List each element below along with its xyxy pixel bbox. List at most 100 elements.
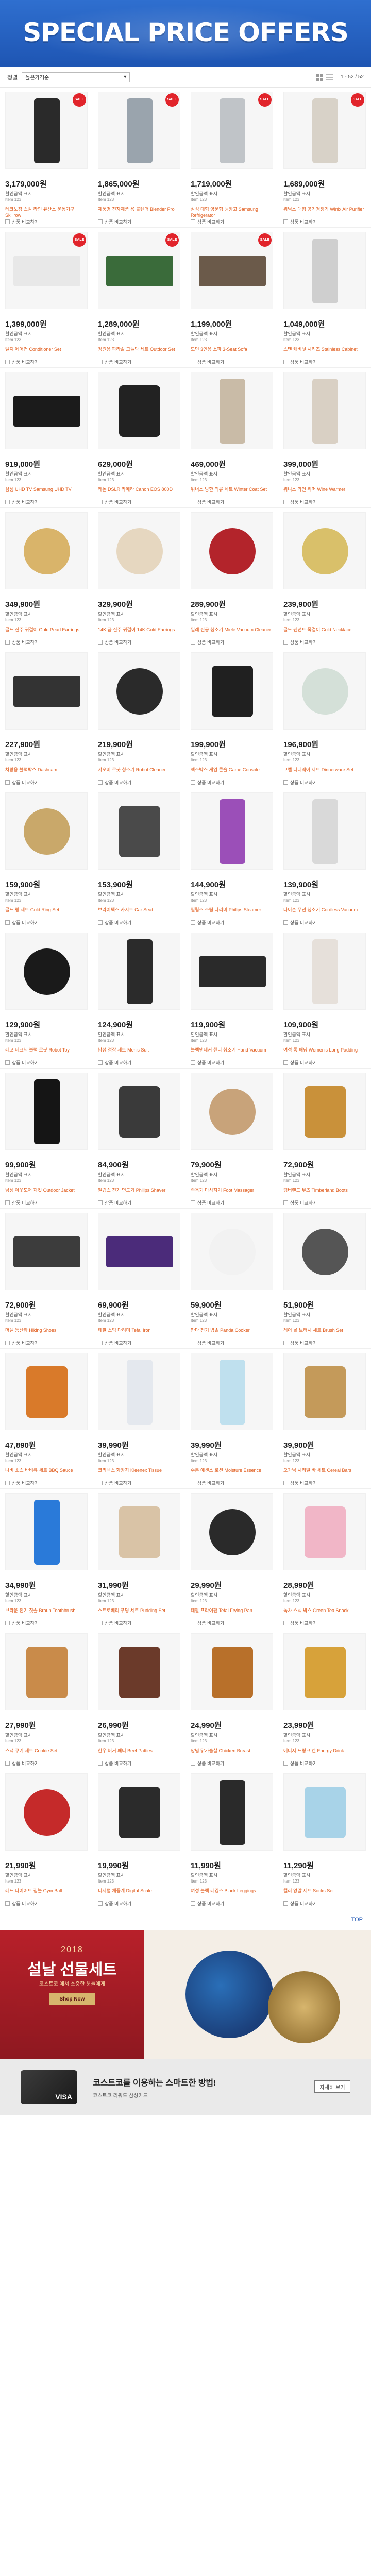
checkbox-icon[interactable]: [98, 1901, 103, 1906]
checkbox-icon[interactable]: [283, 1200, 288, 1205]
checkbox-icon[interactable]: [191, 640, 195, 645]
compare-checkbox[interactable]: 상품 비교하기: [283, 639, 317, 646]
product-card[interactable]: 26,990원 할인금액 표시 Item 123 한우 버거 패티 Beef Patt…: [93, 1629, 185, 1769]
compare-checkbox[interactable]: 상품 비교하기: [283, 1480, 317, 1486]
card-more-button[interactable]: 자세히 보기: [314, 2080, 350, 2093]
compare-checkbox[interactable]: 상품 비교하기: [98, 1760, 131, 1767]
checkbox-icon[interactable]: [283, 360, 288, 364]
checkbox-icon[interactable]: [98, 500, 103, 504]
product-card[interactable]: 47,890원 할인금액 표시 Item 123 나비 소스 바비큐 세트 BBQ S…: [0, 1349, 93, 1489]
checkbox-icon[interactable]: [5, 640, 10, 645]
compare-checkbox[interactable]: 상품 비교하기: [98, 1620, 131, 1626]
product-card[interactable]: 34,990원 할인금액 표시 Item 123 브라운 전기 칫솔 Braun To…: [0, 1489, 93, 1629]
product-card[interactable]: 159,900원 할인금액 표시 Item 123 골드 링 세트 Gold Ring…: [0, 788, 93, 928]
product-image[interactable]: [283, 933, 366, 1010]
checkbox-icon[interactable]: [283, 1060, 288, 1065]
product-card[interactable]: 399,000원 할인금액 표시 Item 123 위니스 와인 워머 Wine Wa…: [278, 368, 371, 508]
product-card[interactable]: 11,290원 할인금액 표시 Item 123 컬러 양말 세트 Socks Set…: [278, 1769, 371, 1909]
checkbox-icon[interactable]: [283, 1901, 288, 1906]
checkbox-icon[interactable]: [5, 219, 10, 224]
compare-checkbox[interactable]: 상품 비교하기: [191, 1620, 224, 1626]
product-image[interactable]: [283, 372, 366, 449]
compare-checkbox[interactable]: 상품 비교하기: [283, 499, 317, 505]
product-card[interactable]: 39,990원 할인금액 표시 Item 123 크리넥스 화장지 Kleenex T…: [93, 1349, 185, 1489]
product-card[interactable]: 21,990원 할인금액 표시 Item 123 레드 다이어트 짐볼 Gym Bal…: [0, 1769, 93, 1909]
product-card[interactable]: 144,900원 할인금액 표시 Item 123 필립스 스팀 다리미 Philip…: [185, 788, 278, 928]
compare-checkbox[interactable]: 상품 비교하기: [191, 218, 224, 225]
checkbox-icon[interactable]: [283, 780, 288, 785]
product-image[interactable]: SALE: [191, 232, 273, 309]
compare-checkbox[interactable]: 상품 비교하기: [98, 779, 131, 786]
product-image[interactable]: [5, 792, 88, 870]
checkbox-icon[interactable]: [283, 1761, 288, 1766]
checkbox-icon[interactable]: [283, 219, 288, 224]
product-card[interactable]: 227,900원 할인금액 표시 Item 123 차량용 블랙박스 Dashcam 상…: [0, 648, 93, 788]
checkbox-icon[interactable]: [5, 1341, 10, 1345]
product-card[interactable]: 124,900원 할인금액 표시 Item 123 남성 정장 세트 Men's Su…: [93, 928, 185, 1069]
checkbox-icon[interactable]: [5, 360, 10, 364]
compare-checkbox[interactable]: 상품 비교하기: [98, 499, 131, 505]
compare-checkbox[interactable]: 상품 비교하기: [5, 1620, 39, 1626]
product-image[interactable]: SALE: [5, 92, 88, 169]
compare-checkbox[interactable]: 상품 비교하기: [283, 359, 317, 365]
product-image[interactable]: [191, 1073, 273, 1150]
product-card[interactable]: 99,900원 할인금액 표시 Item 123 남성 아웃도어 재킷 Outdoor…: [0, 1069, 93, 1209]
checkbox-icon[interactable]: [5, 920, 10, 925]
checkbox-icon[interactable]: [5, 1200, 10, 1205]
compare-checkbox[interactable]: 상품 비교하기: [5, 1760, 39, 1767]
checkbox-icon[interactable]: [98, 1621, 103, 1625]
checkbox-icon[interactable]: [191, 500, 195, 504]
product-card[interactable]: 199,900원 할인금액 표시 Item 123 엑스박스 게임 콘솔 Game C…: [185, 648, 278, 788]
product-card[interactable]: 919,000원 할인금액 표시 Item 123 삼성 UHD TV Samsung…: [0, 368, 93, 508]
product-card[interactable]: 72,900원 할인금액 표시 Item 123 팀버랜드 부츠 Timberland…: [278, 1069, 371, 1209]
product-card[interactable]: 239,900원 할인금액 표시 Item 123 골드 펜던트 목걸이 Gold N…: [278, 508, 371, 648]
product-card[interactable]: 109,900원 할인금액 표시 Item 123 여성 롱 패딩 Women's L…: [278, 928, 371, 1069]
product-card[interactable]: 329,900원 할인금액 표시 Item 123 14K 금 진주 귀걸이 14K …: [93, 508, 185, 648]
product-card[interactable]: 29,990원 할인금액 표시 Item 123 테팔 프라이팬 Tefal Fryi…: [185, 1489, 278, 1629]
checkbox-icon[interactable]: [98, 920, 103, 925]
product-image[interactable]: [191, 652, 273, 730]
product-card[interactable]: 79,900원 할인금액 표시 Item 123 족욕기 마사지기 Foot Mass…: [185, 1069, 278, 1209]
checkbox-icon[interactable]: [191, 219, 195, 224]
checkbox-icon[interactable]: [283, 1621, 288, 1625]
shop-now-button[interactable]: Shop Now: [49, 1993, 95, 2005]
compare-checkbox[interactable]: 상품 비교하기: [191, 1900, 224, 1907]
list-view-icon[interactable]: [326, 74, 333, 80]
compare-checkbox[interactable]: 상품 비교하기: [283, 1620, 317, 1626]
product-card[interactable]: 349,900원 할인금액 표시 Item 123 골드 진주 귀걸이 Gold Pe…: [0, 508, 93, 648]
top-link[interactable]: TOP: [351, 1917, 363, 1923]
checkbox-icon[interactable]: [283, 1481, 288, 1485]
checkbox-icon[interactable]: [191, 1901, 195, 1906]
product-image[interactable]: [98, 792, 180, 870]
product-card[interactable]: 219,900원 할인금액 표시 Item 123 샤오미 로봇 청소기 Robot …: [93, 648, 185, 788]
compare-checkbox[interactable]: 상품 비교하기: [191, 1059, 224, 1066]
checkbox-icon[interactable]: [283, 920, 288, 925]
product-image[interactable]: [5, 372, 88, 449]
checkbox-icon[interactable]: [98, 1341, 103, 1345]
product-image[interactable]: [283, 1353, 366, 1430]
product-image[interactable]: SALE: [191, 92, 273, 169]
compare-checkbox[interactable]: 상품 비교하기: [98, 1340, 131, 1346]
product-card[interactable]: SALE 1,719,000원 할인금액 표시 Item 123 삼성 대형 양문형 냉…: [185, 88, 278, 228]
product-card[interactable]: 51,900원 할인금액 표시 Item 123 헤어 롤 브러시 세트 Brush …: [278, 1209, 371, 1349]
product-card[interactable]: 27,990원 할인금액 표시 Item 123 스낵 쿠키 세트 Cookie Se…: [0, 1629, 93, 1769]
product-image[interactable]: [5, 1773, 88, 1851]
checkbox-icon[interactable]: [283, 640, 288, 645]
compare-checkbox[interactable]: 상품 비교하기: [98, 639, 131, 646]
product-card[interactable]: 1,049,000원 할인금액 표시 Item 123 스텐 캐비닛 시리즈 Stai…: [278, 228, 371, 368]
product-card[interactable]: 629,000원 할인금액 표시 Item 123 캐논 DSLR 카메라 Canon…: [93, 368, 185, 508]
product-image[interactable]: [191, 512, 273, 589]
product-image[interactable]: [283, 652, 366, 730]
product-card[interactable]: 59,900원 할인금액 표시 Item 123 판다 전기 밥솥 Panda Coo…: [185, 1209, 278, 1349]
compare-checkbox[interactable]: 상품 비교하기: [283, 218, 317, 225]
product-image[interactable]: [191, 1633, 273, 1710]
compare-checkbox[interactable]: 상품 비교하기: [191, 779, 224, 786]
product-image[interactable]: [191, 372, 273, 449]
compare-checkbox[interactable]: 상품 비교하기: [5, 359, 39, 365]
compare-checkbox[interactable]: 상품 비교하기: [191, 1760, 224, 1767]
product-image[interactable]: SALE: [5, 232, 88, 309]
product-image[interactable]: [5, 1493, 88, 1570]
checkbox-icon[interactable]: [191, 360, 195, 364]
product-card[interactable]: 19,990원 할인금액 표시 Item 123 디지털 체중계 Digital Sc…: [93, 1769, 185, 1909]
product-image[interactable]: [191, 1213, 273, 1290]
